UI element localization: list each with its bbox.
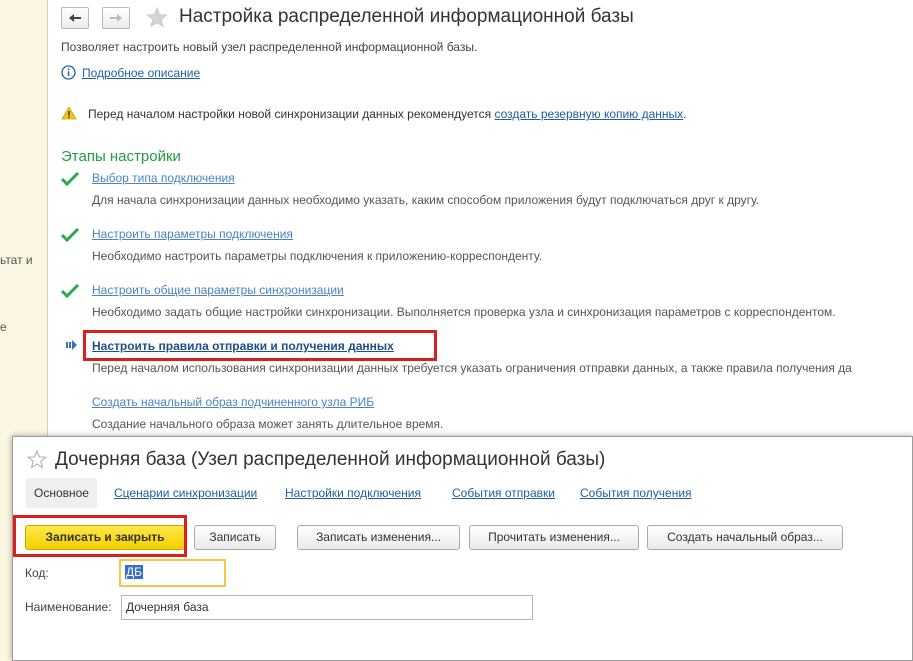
save-changes-button[interactable]: Записать изменения... [297, 525, 460, 550]
current-step-arrow-icon [66, 340, 77, 350]
tab-send-events[interactable]: События отправки [452, 478, 555, 508]
read-changes-button[interactable]: Прочитать изменения... [469, 525, 639, 550]
highlight-box [13, 515, 187, 557]
forward-button[interactable] [102, 7, 130, 29]
tab-main[interactable]: Основное [26, 478, 97, 508]
step-description: Необходимо настроить параметры подключен… [92, 249, 543, 263]
name-field[interactable]: Дочерняя база [121, 595, 533, 620]
step-link[interactable]: Настроить общие параметры синхронизации [92, 283, 344, 297]
back-button[interactable] [61, 7, 89, 29]
arrow-right-icon [110, 14, 122, 22]
form-title: Дочерняя база (Узел распределенной инфор… [55, 449, 606, 470]
step-description: Необходимо задать общие настройки синхро… [92, 305, 836, 319]
warning-icon [61, 106, 77, 120]
tab-connection-settings[interactable]: Настройки подключения [285, 478, 421, 508]
name-label: Наименование: [25, 600, 112, 614]
step-description: Для начала синхронизации данных необходи… [92, 193, 760, 207]
check-icon [61, 284, 79, 298]
code-field[interactable]: ДБ [119, 559, 226, 587]
step-description: Создание начального образа может занять … [92, 417, 444, 431]
page-title: Настройка распределенной информационной … [179, 6, 634, 27]
favorite-star-icon[interactable] [27, 450, 47, 469]
backup-link[interactable]: создать резервную копию данных [494, 107, 683, 121]
code-label: Код: [25, 566, 49, 580]
warning-text: Перед началом настройки новой синхрониза… [88, 107, 492, 121]
highlight-box [83, 330, 437, 361]
step-link[interactable]: Настроить параметры подключения [92, 227, 293, 241]
check-icon [61, 172, 79, 186]
check-icon [61, 228, 79, 242]
step-link[interactable]: Создать начальный образ подчиненного узл… [92, 395, 374, 409]
save-button[interactable]: Записать [194, 525, 276, 550]
tab-sync-scenarios[interactable]: Сценарии синхронизации [114, 478, 257, 508]
tab-receive-events[interactable]: События получения [580, 478, 692, 508]
details-link[interactable]: Подробное описание [82, 66, 200, 80]
warning-message: Перед началом настройки новой синхрониза… [88, 107, 687, 121]
code-value: ДБ [125, 565, 144, 579]
background-text-fragment: е [0, 320, 7, 334]
arrow-left-icon [69, 14, 81, 22]
page-subtitle: Позволяет настроить новый узел распредел… [61, 40, 478, 54]
node-form-window: Дочерняя база (Узел распределенной инфор… [12, 436, 913, 661]
create-initial-image-button[interactable]: Создать начальный образ... [647, 525, 843, 550]
step-link[interactable]: Выбор типа подключения [92, 171, 235, 185]
steps-heading: Этапы настройки [61, 148, 181, 165]
favorite-star-icon[interactable] [146, 7, 168, 28]
warning-end: . [683, 107, 687, 121]
background-text-fragment: ьтат и [0, 253, 33, 267]
info-icon [61, 65, 76, 80]
step-description: Перед началом использования синхронизаци… [92, 361, 852, 375]
